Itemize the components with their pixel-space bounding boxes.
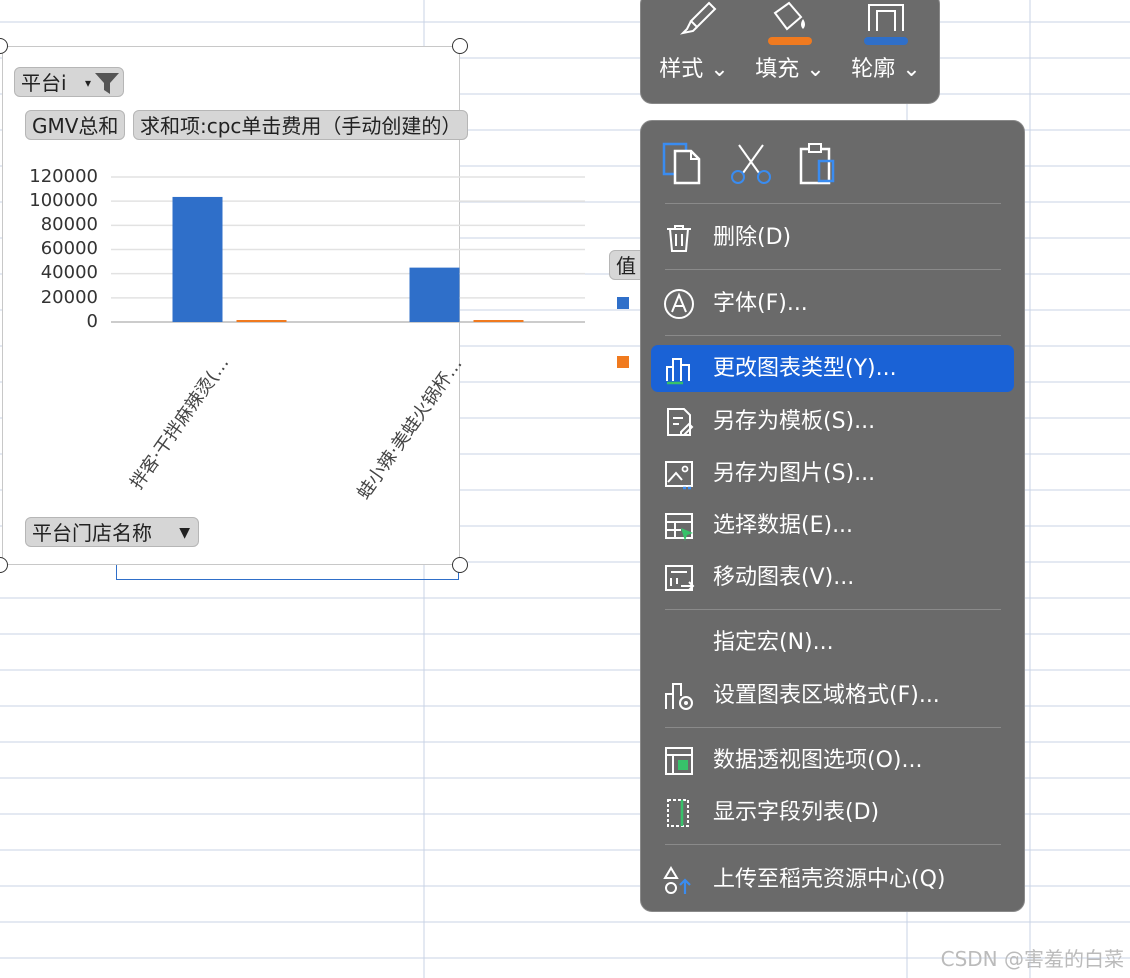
menu-item-pivot-chart-options[interactable]: 数据透视图选项(O)... [651,737,1014,784]
menu-item-label: 选择数据(E)... [713,513,854,538]
menu-item-label: 数据透视图选项(O)... [713,748,923,773]
move-chart-icon [665,565,695,591]
bar-series1[interactable] [409,267,460,322]
save-image-icon [665,461,693,490]
pivot-options-icon [665,747,693,775]
menu-item-label: 移动图表(V)... [713,565,855,590]
bar-series1[interactable] [172,196,223,322]
watermark: CSDN @害羞的白菜 [940,947,1124,971]
fill-bucket-icon [768,1,812,45]
change-chart-type-icon [666,358,690,385]
menu-item-label: 显示字段列表(D) [713,800,880,825]
x-category-label: 蛙小辣·美蛙火锅杯… [353,353,467,504]
field-list-icon [667,799,689,827]
plot-area [111,176,585,323]
menu-item-delete[interactable]: 删除(D) [651,214,1014,261]
menu-item-label: 字体(F)... [713,291,808,316]
style-button-label: 样式 [659,57,704,82]
format-chart-area-icon [665,683,693,710]
resize-handle-top-middle[interactable] [452,38,468,54]
cut-icon[interactable] [729,141,773,185]
upload-icon [663,866,691,894]
outline-button-label: 轮廓 [851,57,896,82]
save-template-icon [667,408,694,436]
menu-item-save-as-template[interactable]: 另存为模板(S)... [651,398,1014,445]
menu-separator [665,335,1001,336]
axis-field-button[interactable]: 平台门店名称 ▼ [25,517,199,547]
fill-button[interactable]: 填充 ⌄ [745,0,835,93]
axis-field-label: 平台门店名称 [32,521,152,545]
trash-icon [667,225,691,252]
menu-item-upload-docer[interactable]: 上传至稻壳资源中心(Q) [651,856,1014,903]
fill-button-label: 填充 [755,57,800,82]
menu-item-label: 指定宏(N)... [713,630,834,655]
x-category-label: 拌客·干拌麻辣烫(… [126,352,234,494]
legend-swatch-series2 [617,356,629,368]
menu-item-select-data[interactable]: 选择数据(E)... [651,502,1014,549]
menu-item-label: 删除(D) [713,225,792,250]
legend-swatch-series1 [617,297,629,309]
menu-item-assign-macro[interactable]: 指定宏(N)... [651,619,1014,666]
dropdown-triangle-icon: ▼ [179,525,190,541]
menu-separator [665,844,1001,845]
bar-series2[interactable] [473,320,524,322]
menu-item-move-chart[interactable]: 移动图表(V)... [651,554,1014,601]
menu-item-save-as-image[interactable]: 另存为图片(S)... [651,450,1014,497]
outline-button[interactable]: 轮廓 ⌄ [841,0,931,93]
menu-item-show-field-list[interactable]: 显示字段列表(D) [651,789,1014,836]
pivot-chart[interactable]: 平台i ▾ GMV总和 求和项:cpc单击费用（手动创建的） 120000 10… [2,46,649,565]
menu-item-font[interactable]: 字体(F)... [651,280,1014,327]
menu-separator [665,203,1001,204]
menu-separator [665,609,1001,610]
menu-item-label: 上传至稻壳资源中心(Q) [713,867,946,892]
select-data-icon [665,513,693,541]
menu-item-format-chart-area[interactable]: 设置图表区域格式(F)... [651,672,1014,719]
paste-icon[interactable] [797,141,841,185]
resize-handle-bottom-middle[interactable] [452,557,468,573]
context-menu: 删除(D) 字体(F)... 更改图表类型(Y)... 另存为模板(S)... [640,120,1025,912]
legend-field-label: 值 [616,254,636,278]
menu-item-label: 另存为图片(S)... [713,461,876,486]
style-button[interactable]: 样式 ⌄ [649,0,739,93]
menu-separator [665,269,1001,270]
font-icon [664,289,694,319]
menu-item-label: 设置图表区域格式(F)... [713,683,940,708]
bar-series2[interactable] [236,320,287,322]
copy-icon[interactable] [661,141,705,185]
format-mini-toolbar: 样式 ⌄ 填充 ⌄ 轮廓 ⌄ [640,0,940,104]
brush-icon [679,1,717,35]
menu-item-label: 更改图表类型(Y)... [713,356,897,381]
menu-item-change-chart-type[interactable]: 更改图表类型(Y)... [651,345,1014,392]
outline-icon [864,4,908,45]
menu-item-label: 另存为模板(S)... [713,409,876,434]
menu-separator [665,727,1001,728]
